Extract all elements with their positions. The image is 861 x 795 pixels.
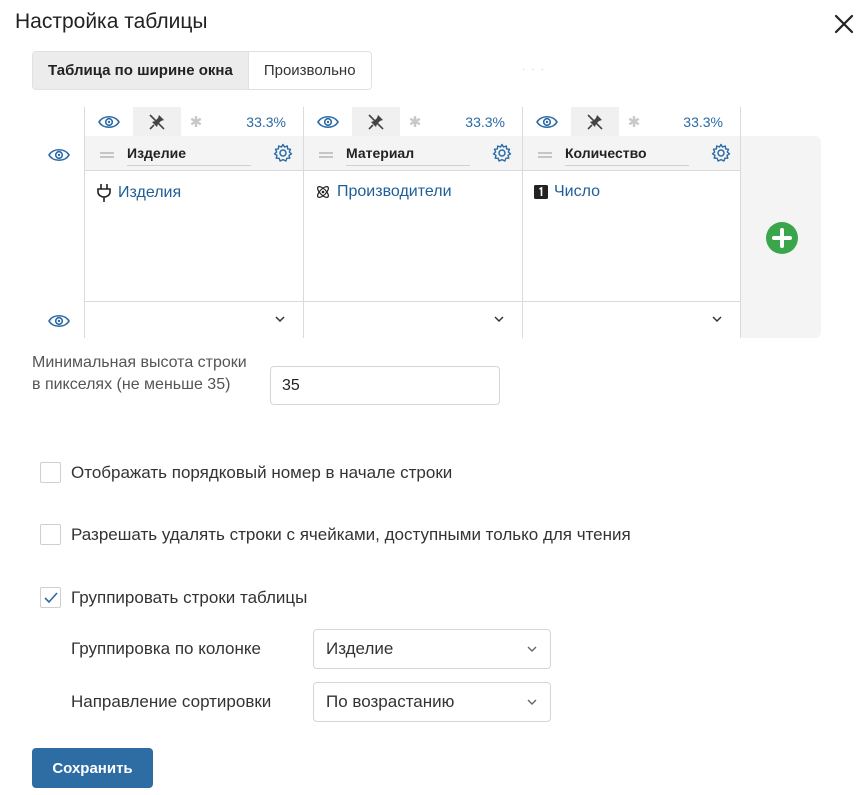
eye-icon[interactable] [85, 107, 133, 136]
column-width[interactable]: 33.3% [649, 114, 740, 130]
chevron-down-icon [527, 646, 537, 652]
group-column-select[interactable]: Изделие [313, 629, 551, 669]
drag-handle-icon[interactable] [100, 152, 114, 160]
width-mode-switch: Таблица по ширине окна Произвольно [32, 51, 372, 90]
table-columns-grid: ✱ 33.3% Изделие Изделия ✱ 33.3% Материал… [84, 107, 741, 338]
eye-icon[interactable] [523, 107, 571, 136]
show-row-number-checkbox[interactable] [40, 462, 61, 483]
group-rows-option[interactable]: Группировать строки таблицы [40, 587, 307, 608]
column-toolbar: ✱ 33.3% [523, 107, 740, 136]
column-footer-select[interactable] [85, 302, 303, 338]
group-column-label: Группировка по колонке [71, 639, 261, 658]
save-button[interactable]: Сохранить [32, 748, 153, 788]
column-type-label: Производители [337, 183, 452, 200]
column-footer-select[interactable] [304, 302, 522, 338]
gear-icon[interactable] [711, 143, 731, 168]
dialog-title: Настройка таблицы [15, 10, 208, 33]
close-button[interactable] [832, 12, 856, 36]
column-type-link[interactable]: Производители [315, 183, 452, 201]
column-body: Число [523, 171, 740, 302]
column-type-link[interactable]: Число [534, 183, 600, 201]
required-asterisk-icon[interactable]: ✱ [181, 113, 211, 131]
show-row-number-label: Отображать порядковый номер в начале стр… [71, 462, 453, 482]
unpin-icon[interactable] [133, 107, 181, 136]
column-type-link[interactable]: Изделия [96, 183, 181, 203]
column-name-field[interactable]: Материал [346, 144, 470, 166]
gear-icon[interactable] [273, 143, 293, 168]
drag-handle-icon[interactable] [538, 152, 552, 160]
add-column-button[interactable] [766, 222, 798, 259]
plus-circle-icon [766, 222, 798, 254]
sort-direction-label: Направление сортировки [71, 692, 272, 711]
plug-icon [97, 184, 111, 202]
width-mode-custom[interactable]: Произвольно [248, 52, 371, 89]
unpin-icon[interactable] [571, 107, 619, 136]
column-toolbar: ✱ 33.3% [304, 107, 522, 136]
allow-delete-readonly-label: Разрешать удалять строки с ячейками, дос… [71, 524, 631, 544]
column-izdelie: ✱ 33.3% Изделие Изделия [84, 107, 303, 338]
column-name-field[interactable]: Изделие [127, 144, 251, 166]
required-asterisk-icon[interactable]: ✱ [400, 113, 430, 131]
column-material: ✱ 33.3% Материал Производители [303, 107, 522, 338]
group-rows-checkbox[interactable] [40, 587, 61, 608]
chevron-down-icon [275, 316, 285, 323]
footer-row-eye-icon[interactable] [48, 312, 70, 335]
chevron-down-icon [527, 699, 537, 705]
close-icon [834, 14, 854, 34]
unpin-icon[interactable] [352, 107, 400, 136]
atom-icon [317, 186, 329, 198]
column-footer-select[interactable] [523, 302, 740, 338]
column-type-label: Изделия [118, 184, 182, 201]
column-toolbar: ✱ 33.3% [85, 107, 303, 136]
allow-delete-readonly-checkbox[interactable] [40, 524, 61, 545]
column-header: Количество [523, 136, 740, 171]
show-row-number-option[interactable]: Отображать порядковый номер в начале стр… [40, 462, 452, 483]
chevron-down-icon [494, 316, 504, 323]
gear-icon[interactable] [492, 143, 512, 168]
sort-direction-select[interactable]: По возрастанию [313, 682, 551, 722]
column-header: Изделие [85, 136, 303, 171]
number-icon [534, 185, 548, 199]
group-column-value: Изделие [326, 639, 394, 658]
column-body: Производители [304, 171, 522, 302]
group-rows-label: Группировать строки таблицы [71, 587, 308, 607]
column-header: Материал [304, 136, 522, 171]
width-mode-fit-window[interactable]: Таблица по ширине окна [33, 52, 249, 89]
column-type-label: Число [554, 183, 601, 200]
checkmark-icon [43, 591, 58, 603]
required-asterisk-icon[interactable]: ✱ [619, 113, 649, 131]
sort-direction-value: По возрастанию [326, 692, 455, 711]
min-height-label: Минимальная высота строки в пикселях (не… [32, 354, 247, 393]
column-name-field[interactable]: Количество [565, 144, 689, 166]
column-width[interactable]: 33.3% [430, 114, 522, 130]
min-height-input[interactable] [270, 366, 500, 405]
allow-delete-readonly-option[interactable]: Разрешать удалять строки с ячейками, дос… [40, 524, 631, 545]
ellipsis-dots: ··· [522, 64, 550, 75]
column-body: Изделия [85, 171, 303, 302]
column-kolichestvo: ✱ 33.3% Количество Число [522, 107, 741, 338]
column-width[interactable]: 33.3% [211, 114, 303, 130]
eye-icon[interactable] [304, 107, 352, 136]
chevron-down-icon [712, 316, 722, 323]
header-row-eye-icon[interactable] [48, 146, 70, 169]
drag-handle-icon[interactable] [319, 152, 333, 160]
